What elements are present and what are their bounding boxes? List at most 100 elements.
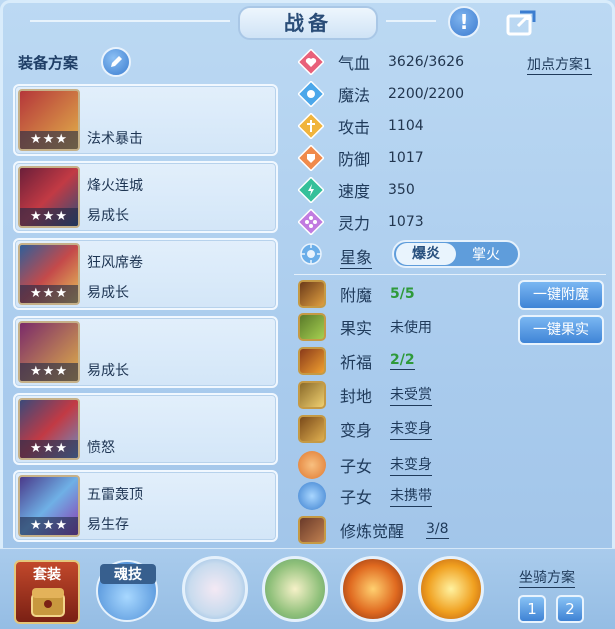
extra-child-1: 子女 未变身: [298, 450, 432, 480]
extra-fief: 封地 未受赏: [298, 380, 432, 410]
extra-label: 变身: [340, 421, 373, 440]
mount-slot-4[interactable]: [418, 556, 484, 622]
stat-spirit: 灵力 1073: [298, 208, 424, 236]
boots-icon: ★★★: [18, 475, 80, 537]
stat-mp: 魔法 2200/2200: [298, 80, 464, 108]
equip-name: 五雷轰顶: [87, 487, 143, 503]
extra-label: 子女: [340, 457, 373, 476]
stat-value: 3626/3626: [388, 54, 464, 70]
equip-card-6[interactable]: ★★★ 五雷轰顶 易生存: [13, 470, 278, 542]
equip-sub: 易成长: [87, 208, 129, 224]
defense-icon: [298, 145, 324, 171]
stat-value: 1104: [388, 118, 424, 134]
stat-label: 防御: [338, 150, 371, 169]
extra-label: 子女: [340, 488, 373, 507]
extra-value[interactable]: 未变身: [390, 454, 432, 476]
transform-icon: [298, 415, 326, 443]
suit-tab-label: 套装: [33, 567, 61, 583]
extra-fruit: 果实 未使用: [298, 312, 432, 342]
extra-label: 附魔: [340, 286, 373, 305]
mount-plan-2-button[interactable]: 2: [556, 595, 584, 623]
star-rating: ★★★: [20, 440, 78, 458]
toggle-option-inactive[interactable]: 掌火: [456, 244, 516, 264]
equip-card-2[interactable]: ★★★ 烽火连城 易成长: [13, 161, 278, 233]
star-sign-toggle[interactable]: 爆炎 掌火: [392, 240, 520, 268]
extra-value[interactable]: 3/8: [426, 521, 449, 539]
stat-label: 灵力: [338, 214, 371, 233]
paw-icon: [298, 482, 326, 510]
suit-tab[interactable]: 套装: [14, 560, 80, 624]
edit-icon[interactable]: [101, 47, 131, 77]
mount-slot-1[interactable]: [182, 556, 248, 622]
mount-slot-2[interactable]: [262, 556, 328, 622]
stat-label: 攻击: [338, 118, 371, 137]
star-rating: ★★★: [20, 131, 78, 149]
one-click-enchant-button[interactable]: 一键附魔: [518, 280, 604, 310]
equip-card-1[interactable]: ★★★ 法术暴击: [13, 84, 278, 156]
mount-slot-3[interactable]: [340, 556, 406, 622]
soul-tab-label: 魂技: [100, 564, 156, 584]
star-sign-icon: [298, 241, 324, 267]
stat-attack: 攻击 1104: [298, 112, 424, 140]
armor-icon: ★★★: [18, 243, 80, 305]
extra-cultivation: 修炼觉醒 3/8: [298, 515, 449, 545]
star-sign-label[interactable]: 星象: [340, 244, 373, 269]
stat-defense: 防御 1017: [298, 144, 424, 172]
alert-icon[interactable]: !: [448, 6, 480, 38]
equip-plan-label: 装备方案: [18, 54, 79, 72]
equip-sub: 易生存: [87, 517, 129, 533]
blessing-icon: [298, 347, 326, 375]
equip-card-3[interactable]: ★★★ 狂风席卷 易成长: [13, 238, 278, 310]
stat-value: 1017: [388, 150, 424, 166]
stat-value: 2200/2200: [388, 86, 464, 102]
extra-value: 5/5: [390, 286, 415, 302]
cultivation-icon: [298, 516, 326, 544]
extra-value[interactable]: 2/2: [390, 352, 415, 370]
equip-card-4[interactable]: ★★★ 易成长: [13, 316, 278, 388]
extra-transform: 变身 未变身: [298, 414, 432, 444]
stat-label: 气血: [338, 54, 371, 73]
one-click-fruit-button[interactable]: 一键果实: [518, 315, 604, 345]
toggle-option-active[interactable]: 爆炎: [396, 243, 456, 265]
equip-sub: 法术暴击: [87, 131, 143, 147]
enchant-icon: [298, 280, 326, 308]
equip-sub: 易成长: [87, 363, 129, 379]
extra-value[interactable]: 未变身: [390, 418, 432, 440]
mount-plan-1-button[interactable]: 1: [518, 595, 546, 623]
fruit-icon: [298, 313, 326, 341]
mana-icon: [298, 81, 324, 107]
stat-label: 魔法: [338, 86, 371, 105]
extra-label: 修炼觉醒: [340, 522, 405, 541]
extra-value[interactable]: 未受赏: [390, 384, 432, 406]
equip-card-5[interactable]: ★★★ 愤怒: [13, 393, 278, 465]
extra-value[interactable]: 未携带: [390, 485, 432, 507]
stat-value: 1073: [388, 214, 424, 230]
equip-sub: 易成长: [87, 285, 129, 301]
stat-hp: 气血 3626/3626: [298, 48, 464, 76]
fief-icon: [298, 381, 326, 409]
chest-icon: [31, 588, 65, 617]
weapon-icon: ★★★: [18, 89, 80, 151]
soul-skill-tab[interactable]: 魂技: [96, 560, 158, 622]
belt-icon: ★★★: [18, 398, 80, 460]
extra-label: 祈福: [340, 353, 373, 372]
share-icon[interactable]: [506, 6, 538, 38]
speed-icon: [298, 177, 324, 203]
equip-sub: 愤怒: [87, 440, 115, 456]
equip-name: 狂风席卷: [87, 255, 143, 271]
mount-plan-label[interactable]: 坐骑方案: [519, 567, 575, 588]
heart-icon: [298, 49, 324, 75]
star-rating: ★★★: [20, 285, 78, 303]
extra-enchant: 附魔 5/5: [298, 279, 415, 309]
add-point-plan-link[interactable]: 加点方案1: [527, 54, 592, 75]
child-icon: [298, 451, 326, 479]
stat-label: 速度: [338, 182, 371, 201]
page-title: 战备: [238, 6, 378, 40]
stat-speed: 速度 350: [298, 176, 415, 204]
extra-value: 未使用: [390, 320, 432, 336]
equip-name: 烽火连城: [87, 178, 143, 194]
extra-child-2: 子女 未携带: [298, 481, 432, 511]
title-wing-right: [386, 20, 436, 22]
divider: [294, 274, 606, 275]
extra-label: 封地: [340, 387, 373, 406]
